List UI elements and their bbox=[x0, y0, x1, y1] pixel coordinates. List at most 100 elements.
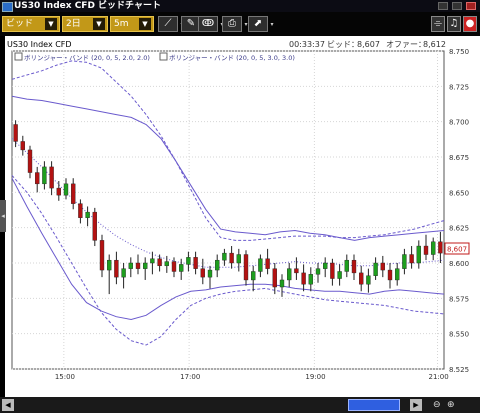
notification-button[interactable]: ● bbox=[463, 16, 477, 32]
bell-icon: ♫ bbox=[449, 18, 459, 29]
print-icon: ⎙ bbox=[228, 18, 236, 29]
candle-body bbox=[344, 259, 349, 272]
trendline-icon: ⟋ bbox=[164, 18, 172, 29]
candle-body bbox=[200, 268, 205, 278]
candle-body bbox=[99, 240, 105, 271]
candle-body bbox=[107, 259, 112, 271]
offer-value: 8,612 bbox=[423, 40, 446, 49]
scroll-thumb[interactable] bbox=[348, 399, 400, 411]
chevron-left-icon: ◂ bbox=[1, 212, 5, 220]
indicator-tool[interactable]: ↂ▾ bbox=[198, 16, 224, 32]
interval-select[interactable]: 5m ▼ bbox=[110, 16, 154, 32]
alarm-icon: ● bbox=[465, 18, 475, 29]
candle-body bbox=[431, 241, 436, 255]
candle-body bbox=[92, 211, 97, 241]
side-panel-toggle[interactable]: ◂ bbox=[0, 200, 6, 232]
candle-body bbox=[157, 258, 162, 267]
y-tick-label: 8.750 bbox=[449, 48, 469, 56]
candle-body bbox=[323, 262, 328, 269]
pin-icon: ✎ bbox=[186, 18, 196, 29]
candle-body bbox=[308, 274, 313, 285]
toolbar: ビッド ▼ 2日 ▼ 5m ▼ ⟋▾ ✎ ↂ▾ ⎙▾ ⬈▾ ⌯ ♫ ● bbox=[0, 12, 480, 36]
candle-body bbox=[265, 258, 270, 269]
y-tick-label: 8.625 bbox=[449, 225, 469, 233]
alert-button[interactable]: ♫ bbox=[447, 16, 461, 32]
price-type-select[interactable]: ビッド ▼ bbox=[2, 16, 60, 32]
maximize-button[interactable] bbox=[452, 2, 462, 10]
zoom-controls[interactable]: ⊖ ⊕ bbox=[425, 398, 465, 412]
plot-area bbox=[11, 50, 445, 370]
y-tick-label: 8.600 bbox=[449, 260, 469, 268]
y-tick-label: 8.550 bbox=[449, 331, 469, 339]
candle-body bbox=[409, 254, 414, 264]
price-type-value: ビッド bbox=[6, 19, 34, 29]
bid-caption: ビッド： bbox=[327, 40, 359, 49]
candle-body bbox=[114, 259, 119, 278]
y-tick-label: 8.650 bbox=[449, 189, 469, 197]
scroll-right-button[interactable]: ▶ bbox=[410, 399, 422, 411]
candle-body bbox=[56, 187, 61, 196]
legend-checkbox-2[interactable] bbox=[159, 52, 168, 61]
arrow-right-icon: ▶ bbox=[413, 401, 419, 409]
candle-body bbox=[150, 258, 155, 264]
candle-body bbox=[63, 183, 69, 196]
scroll-left-button[interactable]: ◀ bbox=[2, 399, 14, 411]
candle-body bbox=[128, 262, 133, 269]
candle-body bbox=[402, 254, 407, 269]
horizontal-scrollbar[interactable]: ◀ ▶ ⊖ ⊕ bbox=[0, 397, 480, 413]
bid-value: 8,607 bbox=[357, 40, 380, 49]
x-axis: 15:00 17:00 19:00 21:00 bbox=[55, 373, 449, 381]
y-tick-label: 8.675 bbox=[449, 154, 469, 162]
close-button[interactable] bbox=[466, 2, 476, 10]
zoom-in-icon[interactable]: ⊕ bbox=[447, 398, 455, 412]
candle-body bbox=[258, 258, 263, 272]
period-select[interactable]: 2日 ▼ bbox=[62, 16, 108, 32]
candle-body bbox=[171, 261, 177, 272]
y-tick-label: 8.525 bbox=[449, 366, 469, 374]
y-tick-label: 8.700 bbox=[449, 119, 469, 127]
candle-body bbox=[423, 245, 429, 255]
chart-area[interactable]: US30 Index CFD 00:33:37 ビッド： 8,607 オファー：… bbox=[5, 36, 480, 397]
x-tick-label: 21:00 bbox=[429, 373, 449, 381]
legend-checkbox-1[interactable] bbox=[14, 52, 23, 61]
candle-body bbox=[13, 124, 18, 142]
candle-body bbox=[395, 268, 400, 281]
zoom-out-icon[interactable]: ⊖ bbox=[433, 398, 441, 412]
attach-button[interactable]: ⌯ bbox=[431, 16, 445, 32]
candle-body bbox=[351, 259, 357, 274]
app-icon bbox=[2, 2, 13, 12]
chart-type-tool[interactable]: ⬈ ▾ bbox=[248, 16, 274, 32]
chevron-down-icon: ▼ bbox=[45, 18, 57, 30]
candle-body bbox=[387, 269, 393, 281]
candle-body bbox=[337, 271, 342, 279]
paperclip-icon: ⌯ bbox=[434, 18, 442, 29]
arrow-left-icon: ◀ bbox=[5, 401, 11, 409]
interval-value: 5m bbox=[114, 19, 129, 29]
candle-body bbox=[279, 279, 285, 288]
candle-body bbox=[215, 259, 220, 271]
candle-body bbox=[301, 272, 306, 285]
legend-item-1: ボリンジャー・バンド (20, 0, 5, 2.0, 2.0) bbox=[24, 54, 150, 62]
candle-body bbox=[366, 275, 371, 285]
candle-body bbox=[236, 254, 241, 264]
candle-body bbox=[143, 262, 148, 269]
draw-line-tool[interactable]: ⟋▾ bbox=[158, 16, 184, 32]
candle-body bbox=[121, 268, 126, 278]
print-tool[interactable]: ⎙ ▾ bbox=[222, 16, 248, 32]
title-bar: US30 Index CFD ビッドチャート bbox=[0, 0, 480, 12]
candle-body bbox=[207, 269, 213, 278]
period-value: 2日 bbox=[66, 19, 81, 29]
chart-icon: ⬈ bbox=[253, 18, 263, 29]
minimize-button[interactable] bbox=[438, 2, 448, 10]
candle-body bbox=[359, 272, 364, 285]
candle-body bbox=[49, 166, 54, 189]
chevron-down-icon: ▼ bbox=[139, 18, 151, 30]
candle-body bbox=[78, 203, 83, 218]
x-tick-label: 15:00 bbox=[55, 373, 75, 381]
candle-body bbox=[193, 257, 198, 269]
candle-body bbox=[27, 149, 33, 173]
candle-body bbox=[373, 262, 378, 276]
symbol-label: US30 Index CFD bbox=[7, 40, 72, 49]
candle-body bbox=[35, 172, 40, 185]
candle-body bbox=[42, 166, 47, 185]
